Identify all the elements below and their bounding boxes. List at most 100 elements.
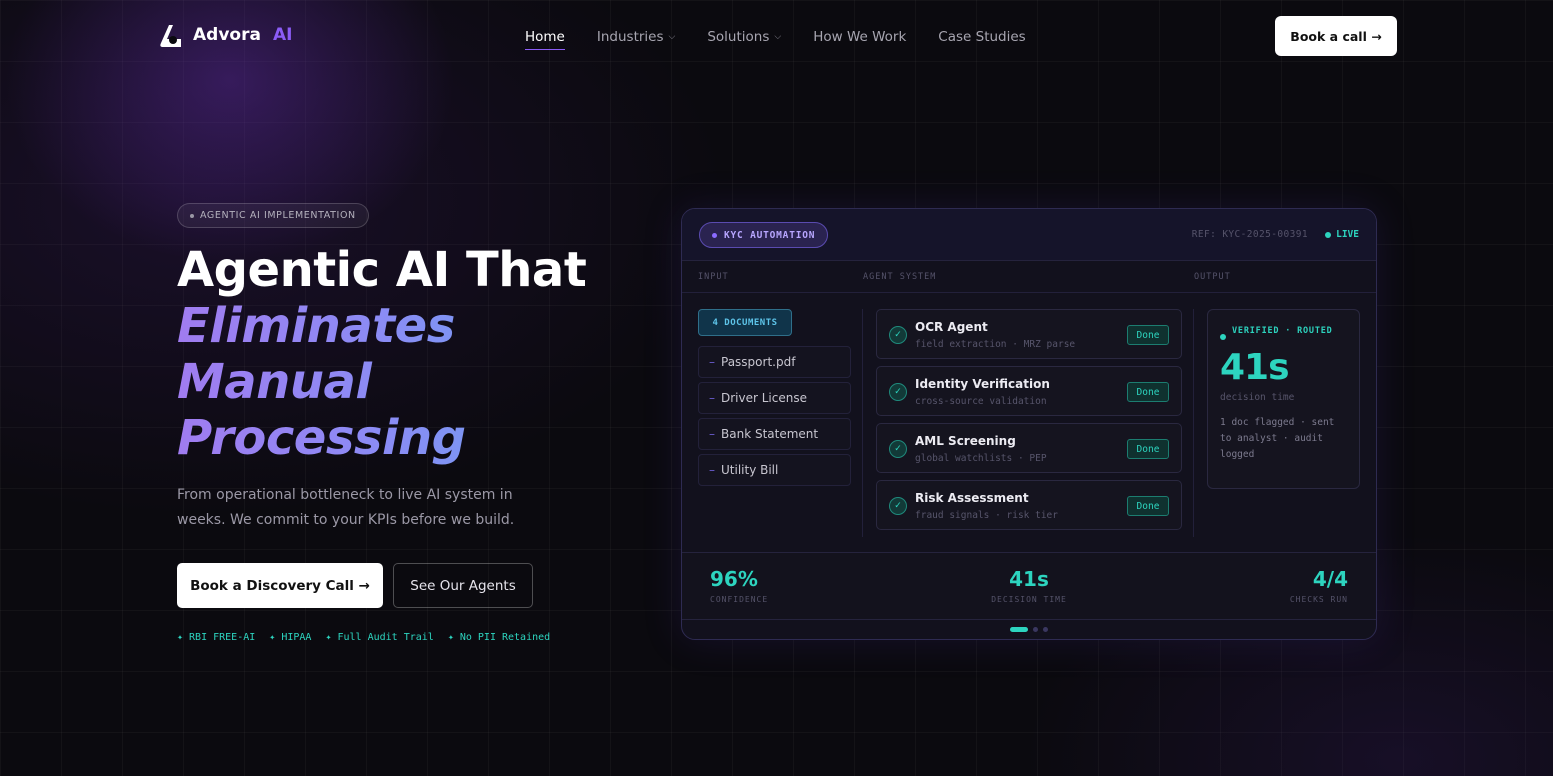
hero-title: Agentic AI That Eliminates Manual Proces…	[177, 242, 587, 466]
panel-stats: 96% CONFIDENCE 41s DECISION TIME 4/4 CHE…	[682, 552, 1376, 620]
trust-item: ✦ Full Audit Trail	[325, 632, 434, 643]
column-output: OUTPUT	[1194, 272, 1231, 282]
document-label: Passport.pdf	[721, 355, 796, 369]
status-badge: Done	[1127, 439, 1169, 459]
agent-card-risk: ✓ Risk Assessment fraud signals · risk t…	[876, 480, 1182, 530]
agent-name: AML Screening	[915, 434, 1016, 448]
stat-value: 4/4	[1312, 567, 1348, 591]
nav-how-we-work-label: How We Work	[813, 29, 907, 45]
agent-desc: fraud signals · risk tier	[915, 510, 1058, 521]
see-our-agents-button[interactable]: See Our Agents	[393, 563, 533, 608]
document-item[interactable]: – Driver License	[698, 382, 851, 414]
status-badge: Done	[1127, 496, 1169, 516]
stat-label: DECISION TIME	[991, 595, 1067, 604]
nav-solutions-label: Solutions	[707, 29, 770, 45]
status-dot-icon	[1220, 334, 1226, 340]
stat-value: 96%	[710, 567, 758, 591]
output-label: decision time	[1220, 392, 1295, 403]
nav-solutions[interactable]: Solutions ⌵	[707, 26, 781, 48]
dash-icon: –	[709, 427, 715, 441]
agent-desc: global watchlists · PEP	[915, 453, 1047, 464]
agent-name: OCR Agent	[915, 320, 988, 334]
output-value: 41s	[1220, 347, 1290, 388]
hero-badge: AGENTIC AI IMPLEMENTATION	[177, 203, 369, 228]
output-status-label: VERIFIED · ROUTED	[1232, 326, 1333, 336]
book-call-button[interactable]: Book a call →	[1275, 16, 1397, 56]
dash-icon: –	[709, 463, 715, 477]
column-agents: AGENT SYSTEM	[863, 272, 937, 282]
kyc-demo-panel: KYC AUTOMATION REF: KYC-2025-00391 LIVE …	[681, 208, 1377, 640]
book-discovery-call-button[interactable]: Book a Discovery Call →	[177, 563, 383, 608]
nav-case-studies-label: Case Studies	[938, 29, 1026, 45]
document-item[interactable]: – Passport.pdf	[698, 346, 851, 378]
column-divider	[1193, 309, 1194, 537]
brand-name: Advora	[193, 25, 261, 45]
panel-header: KYC AUTOMATION REF: KYC-2025-00391 LIVE	[682, 209, 1376, 261]
brand-logo[interactable]: Advora AI	[157, 21, 292, 49]
output-note: 1 doc flagged · sent to analyst · audit …	[1220, 417, 1335, 460]
agent-card-identity: ✓ Identity Verification cross-source val…	[876, 366, 1182, 416]
carousel-dot[interactable]	[1033, 627, 1038, 632]
stat-decision-time: 41s DECISION TIME	[989, 567, 1069, 604]
stat-value: 41s	[1009, 567, 1049, 591]
dash-icon: –	[709, 391, 715, 405]
panel-column-headers: INPUT AGENT SYSTEM OUTPUT	[682, 261, 1376, 293]
chevron-down-icon: ⌵	[668, 32, 676, 42]
nav-case-studies[interactable]: Case Studies	[938, 26, 1025, 48]
live-dot-icon	[1325, 231, 1332, 238]
column-divider	[862, 309, 863, 537]
reference-id: REF: KYC-2025-00391	[1191, 229, 1308, 240]
stat-confidence: 96% CONFIDENCE	[710, 567, 768, 604]
check-icon: ✓	[889, 383, 907, 401]
agent-card-aml: ✓ AML Screening global watchlists · PEP …	[876, 423, 1182, 473]
documents-count-tag: 4 DOCUMENTS	[698, 309, 792, 336]
output-card: VERIFIED · ROUTED 41s decision time 1 do…	[1207, 309, 1360, 489]
agent-desc: cross-source validation	[915, 396, 1047, 407]
nav-home-label: Home	[525, 29, 565, 45]
agent-name: Risk Assessment	[915, 491, 1029, 505]
agent-card-ocr: ✓ OCR Agent field extraction · MRZ parse…	[876, 309, 1182, 359]
stat-label: CONFIDENCE	[710, 595, 769, 604]
check-icon: ✓	[889, 497, 907, 515]
trust-item: ✦ HIPAA	[269, 632, 312, 643]
trust-item: ✦ No PII Retained	[447, 632, 551, 643]
hero-title-line3: Manual	[177, 354, 586, 410]
document-label: Utility Bill	[721, 463, 779, 477]
stat-checks-run: 4/4 CHECKS RUN	[1290, 567, 1348, 604]
agent-name: Identity Verification	[915, 377, 1050, 391]
nav-industries[interactable]: Industries ⌵	[597, 26, 675, 48]
document-label: Driver License	[721, 391, 807, 405]
stat-label: CHECKS RUN	[1289, 595, 1348, 604]
nav-how-we-work[interactable]: How We Work	[813, 26, 906, 48]
live-label: LIVE	[1336, 229, 1359, 240]
live-indicator: LIVE	[1325, 229, 1359, 240]
dash-icon: –	[709, 355, 715, 369]
hero-badge-label: AGENTIC AI IMPLEMENTATION	[200, 210, 356, 221]
output-status: VERIFIED · ROUTED	[1220, 324, 1347, 340]
carousel-dot-active[interactable]	[1010, 627, 1028, 632]
document-label: Bank Statement	[721, 427, 819, 441]
carousel-dots	[1010, 627, 1048, 632]
document-item[interactable]: – Bank Statement	[698, 418, 851, 450]
main-nav: Home Industries ⌵ Solutions ⌵ How We Work …	[525, 26, 1026, 50]
nav-home[interactable]: Home	[525, 26, 565, 50]
check-icon: ✓	[889, 326, 907, 344]
trust-item: ✦ RBI FREE-AI	[177, 632, 256, 643]
hero-subtitle: From operational bottleneck to live AI s…	[177, 487, 515, 528]
hero-title-line4: Processing	[177, 410, 586, 466]
chevron-down-icon: ⌵	[774, 32, 782, 42]
kyc-tag: KYC AUTOMATION	[699, 222, 829, 248]
document-item[interactable]: – Utility Bill	[698, 454, 851, 486]
input-column: 4 DOCUMENTS – Passport.pdf – Driver Licens…	[698, 309, 851, 490]
carousel-dot[interactable]	[1043, 627, 1048, 632]
column-input: INPUT	[698, 272, 729, 282]
brand-suffix: AI	[272, 25, 293, 45]
agent-desc: field extraction · MRZ parse	[915, 339, 1076, 350]
badge-dot-icon	[190, 213, 194, 218]
status-badge: Done	[1127, 325, 1169, 345]
kyc-tag-label: KYC AUTOMATION	[724, 229, 816, 241]
tag-dot-icon	[712, 232, 717, 238]
hero-title-line1: Agentic AI That	[177, 242, 587, 298]
status-badge: Done	[1127, 382, 1169, 402]
advora-logo-icon	[160, 25, 181, 47]
